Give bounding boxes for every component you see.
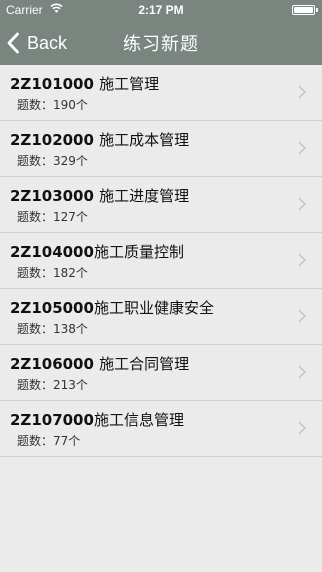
item-code: 2Z102000 xyxy=(10,131,100,149)
count-value: 329个 xyxy=(53,154,88,168)
item-title: 2Z106000 施工合同管理 xyxy=(10,353,189,374)
item-code: 2Z103000 xyxy=(10,187,100,205)
item-title: 2Z101000 施工管理 xyxy=(10,73,159,94)
battery-tip xyxy=(316,8,318,12)
item-title: 2Z105000施工职业健康安全 xyxy=(10,297,214,318)
item-code: 2Z104000 xyxy=(10,243,94,261)
battery-icon xyxy=(292,5,315,15)
item-count: 题数：213个 xyxy=(17,376,88,393)
list-item-2z107000[interactable]: 2Z107000施工信息管理 题数：77个 xyxy=(0,401,322,457)
item-count: 题数：138个 xyxy=(17,320,88,337)
item-name: 施工成本管理 xyxy=(99,131,190,149)
list-item-2z101000[interactable]: 2Z101000 施工管理 题数：190个 xyxy=(0,65,322,121)
count-prefix: 题数： xyxy=(17,322,54,336)
item-count: 题数：77个 xyxy=(17,432,80,449)
chevron-right-icon xyxy=(298,85,306,99)
chevron-right-icon xyxy=(298,309,306,323)
item-title: 2Z107000施工信息管理 xyxy=(10,409,184,430)
chevron-right-icon xyxy=(298,253,306,267)
count-prefix: 题数： xyxy=(17,98,54,112)
item-title: 2Z104000施工质量控制 xyxy=(10,241,184,262)
chevron-right-icon xyxy=(298,365,306,379)
list-item-2z104000[interactable]: 2Z104000施工质量控制 题数：182个 xyxy=(0,233,322,289)
list-item-2z106000[interactable]: 2Z106000 施工合同管理 题数：213个 xyxy=(0,345,322,401)
list-item-2z102000[interactable]: 2Z102000 施工成本管理 题数：329个 xyxy=(0,121,322,177)
count-prefix: 题数： xyxy=(17,154,54,168)
chevron-right-icon xyxy=(298,421,306,435)
count-value: 213个 xyxy=(53,378,88,392)
count-value: 138个 xyxy=(53,322,88,336)
count-prefix: 题数： xyxy=(17,378,54,392)
item-name: 施工质量控制 xyxy=(93,243,184,261)
list-item-2z103000[interactable]: 2Z103000 施工进度管理 题数：127个 xyxy=(0,177,322,233)
item-title: 2Z103000 施工进度管理 xyxy=(10,185,189,206)
item-count: 题数：127个 xyxy=(17,208,88,225)
count-prefix: 题数： xyxy=(17,266,54,280)
count-value: 77个 xyxy=(53,434,81,448)
item-name: 施工职业健康安全 xyxy=(93,299,214,317)
count-value: 127个 xyxy=(53,210,88,224)
item-count: 题数：329个 xyxy=(17,152,88,169)
item-title: 2Z102000 施工成本管理 xyxy=(10,129,189,150)
item-name: 施工信息管理 xyxy=(93,411,184,429)
chevron-right-icon xyxy=(298,197,306,211)
item-name: 施工进度管理 xyxy=(99,187,190,205)
item-code: 2Z101000 xyxy=(10,75,100,93)
count-value: 190个 xyxy=(53,98,88,112)
chapter-list: 2Z101000 施工管理 题数：190个 2Z102000 施工成本管理 题数… xyxy=(0,65,322,457)
count-prefix: 题数： xyxy=(17,210,54,224)
item-code: 2Z107000 xyxy=(10,411,94,429)
item-count: 题数：190个 xyxy=(17,96,88,113)
page-title: 练习新题 xyxy=(123,34,199,55)
list-item-2z105000[interactable]: 2Z105000施工职业健康安全 题数：138个 xyxy=(0,289,322,345)
item-name: 施工合同管理 xyxy=(99,355,190,373)
status-bar: Carrier 2:17 PM xyxy=(0,0,322,20)
count-value: 182个 xyxy=(53,266,88,280)
navigation-bar: Back 练习新题 xyxy=(0,20,322,65)
item-code: 2Z106000 xyxy=(10,355,100,373)
chevron-right-icon xyxy=(298,141,306,155)
status-time: 2:17 PM xyxy=(138,3,184,17)
item-name: 施工管理 xyxy=(99,75,160,93)
item-code: 2Z105000 xyxy=(10,299,94,317)
item-count: 题数：182个 xyxy=(17,264,88,281)
count-prefix: 题数： xyxy=(17,434,54,448)
